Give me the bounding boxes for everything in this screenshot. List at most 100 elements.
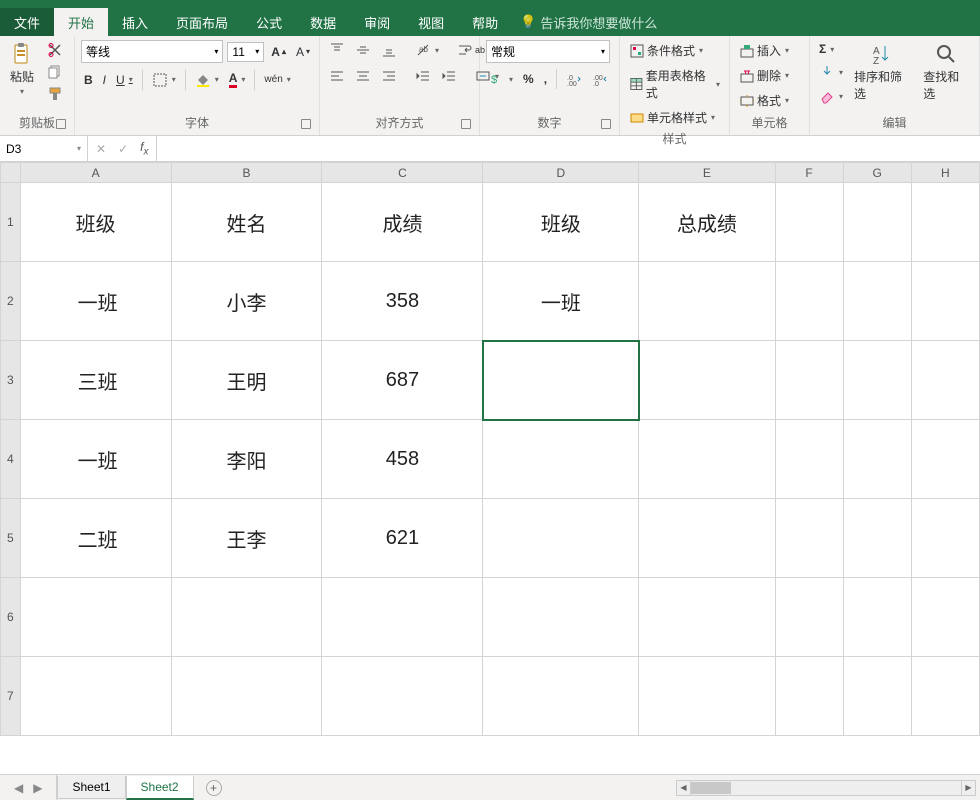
insert-function-button[interactable]: fx — [140, 140, 148, 157]
cell[interactable] — [639, 657, 775, 736]
cell[interactable]: 总成绩 — [639, 183, 775, 262]
font-launcher[interactable] — [301, 119, 311, 129]
percent-button[interactable]: % — [520, 70, 537, 88]
cell[interactable]: 班级 — [483, 183, 639, 262]
cell[interactable] — [639, 420, 775, 499]
cell[interactable] — [775, 341, 843, 420]
row-header[interactable]: 6 — [1, 578, 21, 657]
autosum-button[interactable]: Σ — [816, 40, 846, 58]
cell[interactable] — [483, 499, 639, 578]
cell[interactable]: 458 — [322, 420, 483, 499]
number-launcher[interactable] — [601, 119, 611, 129]
cell[interactable] — [911, 183, 979, 262]
number-format-select[interactable]: 常规▾ — [486, 40, 610, 63]
cell[interactable] — [911, 262, 979, 341]
cell[interactable] — [171, 657, 322, 736]
comma-button[interactable]: , — [541, 70, 550, 88]
align-launcher[interactable] — [461, 119, 471, 129]
format-cells-button[interactable]: 格式 — [736, 90, 803, 111]
cell[interactable] — [911, 499, 979, 578]
tab-nav-prev[interactable]: ◀ — [14, 781, 23, 795]
font-size-select[interactable]: 11▾ — [227, 42, 264, 62]
cell[interactable] — [775, 578, 843, 657]
cell[interactable]: 李阳 — [171, 420, 322, 499]
cell[interactable] — [843, 578, 911, 657]
menu-insert[interactable]: 插入 — [108, 8, 162, 36]
cell[interactable]: 621 — [322, 499, 483, 578]
decrease-decimal-button[interactable]: .00.0 — [589, 69, 611, 89]
cut-button[interactable] — [44, 40, 66, 60]
underline-button[interactable]: U — [113, 71, 136, 89]
accounting-button[interactable]: $ — [486, 69, 516, 89]
cell[interactable] — [911, 341, 979, 420]
tell-me-search[interactable]: 💡 告诉我你想要做什么 — [520, 8, 657, 36]
cell[interactable] — [775, 657, 843, 736]
cell[interactable]: 班级 — [20, 183, 171, 262]
cell[interactable]: 358 — [322, 262, 483, 341]
cell[interactable] — [843, 499, 911, 578]
align-bottom-button[interactable] — [378, 40, 400, 60]
cell[interactable] — [483, 420, 639, 499]
row-header[interactable]: 5 — [1, 499, 21, 578]
cell[interactable] — [639, 341, 775, 420]
italic-button[interactable]: I — [100, 71, 109, 89]
cell[interactable]: 王李 — [171, 499, 322, 578]
border-button[interactable] — [149, 70, 179, 90]
cell-style-button[interactable]: 单元格样式 — [626, 107, 723, 128]
sheet-tab[interactable]: Sheet1 — [57, 776, 125, 799]
increase-indent-button[interactable] — [438, 66, 460, 86]
cell-selected[interactable] — [483, 341, 639, 420]
menu-review[interactable]: 审阅 — [350, 8, 404, 36]
decrease-font-button[interactable]: A▾ — [293, 43, 313, 61]
cell[interactable] — [911, 657, 979, 736]
align-left-button[interactable] — [326, 66, 348, 86]
sheet-tab-active[interactable]: Sheet2 — [126, 776, 194, 800]
scroll-left-icon[interactable]: ◀ — [677, 781, 691, 795]
row-header[interactable]: 2 — [1, 262, 21, 341]
cell[interactable] — [639, 499, 775, 578]
clipboard-launcher[interactable] — [56, 119, 66, 129]
format-painter-button[interactable] — [44, 84, 66, 104]
cell[interactable] — [843, 262, 911, 341]
phonetic-button[interactable]: wén — [261, 72, 293, 87]
cell[interactable]: 王明 — [171, 341, 322, 420]
row-header[interactable]: 4 — [1, 420, 21, 499]
menu-home[interactable]: 开始 — [54, 8, 108, 36]
sort-filter-button[interactable]: AZ 排序和筛选 — [850, 40, 915, 104]
cell[interactable]: 姓名 — [171, 183, 322, 262]
col-header[interactable]: C — [322, 163, 483, 183]
cell[interactable] — [775, 262, 843, 341]
orientation-button[interactable]: ab — [412, 40, 442, 60]
insert-cells-button[interactable]: 插入 — [736, 40, 803, 61]
formula-input[interactable] — [157, 136, 980, 161]
col-header[interactable]: G — [843, 163, 911, 183]
cell[interactable]: 二班 — [20, 499, 171, 578]
col-header[interactable]: D — [483, 163, 639, 183]
cell[interactable] — [775, 499, 843, 578]
cell[interactable] — [20, 578, 171, 657]
tab-nav-next[interactable]: ▶ — [33, 781, 42, 795]
cell[interactable] — [843, 183, 911, 262]
col-header[interactable]: B — [171, 163, 322, 183]
find-select-button[interactable]: 查找和选 — [919, 40, 973, 104]
col-header[interactable]: E — [639, 163, 775, 183]
cell[interactable] — [775, 183, 843, 262]
cell[interactable] — [911, 578, 979, 657]
menu-formula[interactable]: 公式 — [242, 8, 296, 36]
grid[interactable]: A B C D E F G H 1 班级 姓名 成绩 班级 总成绩 2 — [0, 162, 980, 736]
row-header[interactable]: 1 — [1, 183, 21, 262]
horizontal-scrollbar[interactable]: ◀ ▶ — [676, 780, 976, 796]
menu-data[interactable]: 数据 — [296, 8, 350, 36]
row-header[interactable]: 3 — [1, 341, 21, 420]
cell[interactable]: 一班 — [20, 420, 171, 499]
cell[interactable] — [843, 657, 911, 736]
align-center-button[interactable] — [352, 66, 374, 86]
increase-decimal-button[interactable]: .0.00 — [563, 69, 585, 89]
cell[interactable] — [639, 262, 775, 341]
table-format-button[interactable]: 套用表格格式 — [626, 65, 723, 103]
cell[interactable]: 一班 — [20, 262, 171, 341]
align-right-button[interactable] — [378, 66, 400, 86]
clear-button[interactable] — [816, 86, 846, 106]
select-all-corner[interactable] — [1, 163, 21, 183]
name-box[interactable]: D3▾ — [0, 136, 88, 161]
